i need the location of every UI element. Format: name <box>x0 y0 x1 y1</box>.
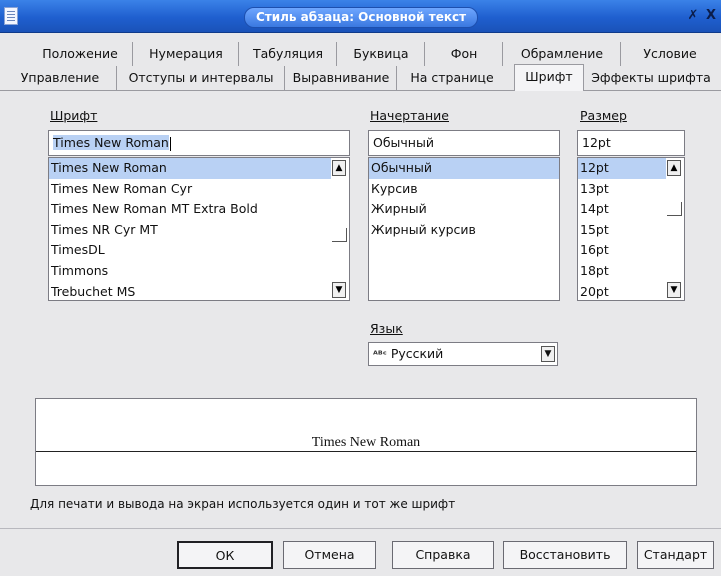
list-item[interactable]: 12pt <box>578 158 666 179</box>
font-label: Шрифт <box>50 108 98 123</box>
list-item[interactable]: 18pt <box>578 261 666 282</box>
standard-button[interactable]: Стандарт <box>637 541 714 569</box>
list-item[interactable]: 13pt <box>578 179 666 200</box>
size-input[interactable]: 12pt <box>577 130 685 156</box>
font-preview: Times New Roman <box>35 398 697 486</box>
tab-indents-spacing[interactable]: Отступы и интервалы <box>116 66 285 90</box>
list-item[interactable]: 14pt <box>578 199 666 220</box>
reset-button[interactable]: Восстановить <box>503 541 627 569</box>
tab-font[interactable]: Шрифт <box>514 64 584 91</box>
spellcheck-icon: ᴬᴮᶜ <box>373 350 387 361</box>
font-input[interactable]: Times New Roman <box>48 130 350 156</box>
list-item[interactable]: Жирный <box>369 199 559 220</box>
preview-baseline <box>36 451 696 452</box>
scroll-thumb[interactable] <box>332 228 347 242</box>
list-item[interactable]: Times NR Cyr MT <box>49 220 331 241</box>
scroll-up-icon[interactable]: ▲ <box>667 160 681 176</box>
help-button[interactable]: Справка <box>392 541 494 569</box>
tab-font-effects[interactable]: Эффекты шрифта <box>583 66 718 90</box>
list-item[interactable]: Trebuchet MS <box>49 282 331 303</box>
list-item[interactable]: 15pt <box>578 220 666 241</box>
scroll-thumb[interactable] <box>667 202 682 216</box>
tab-row-2: Управление Отступы и интервалы Выравнива… <box>0 64 721 91</box>
divider <box>0 528 721 529</box>
preview-text: Times New Roman <box>310 435 422 450</box>
list-item[interactable]: 16pt <box>578 240 666 261</box>
list-item[interactable]: 20pt <box>578 282 666 303</box>
style-list[interactable]: Обычный Курсив Жирный Жирный курсив <box>368 157 560 301</box>
cancel-button[interactable]: Отмена <box>283 541 376 569</box>
ok-button[interactable]: ОК <box>177 541 273 569</box>
size-list[interactable]: 12pt 13pt 14pt 15pt 16pt 18pt 20pt ▲ ▼ <box>577 157 685 301</box>
tab-row-1: Положение Нумерация Табуляция Буквица Фо… <box>0 42 721 66</box>
tab-condition[interactable]: Условие <box>620 42 719 66</box>
tab-drop-caps[interactable]: Буквица <box>336 42 425 66</box>
tab-text-flow[interactable]: На странице <box>396 66 507 90</box>
size-label: Размер <box>580 108 627 123</box>
list-item[interactable]: Обычный <box>369 158 559 179</box>
size-list-scrollbar[interactable]: ▲ ▼ <box>667 158 684 300</box>
tab-position[interactable]: Положение <box>28 42 132 66</box>
tab-alignment[interactable]: Выравнивание <box>284 66 397 90</box>
info-text: Для печати и вывода на экран используетс… <box>30 497 456 511</box>
tab-organizer[interactable]: Управление <box>4 66 116 90</box>
font-list[interactable]: Times New Roman Times New Roman Cyr Times … <box>48 157 350 301</box>
font-list-scrollbar[interactable]: ▲ ▼ <box>332 158 349 300</box>
language-label: Язык <box>370 321 403 336</box>
language-select[interactable]: ᴬᴮᶜ Русский ▼ <box>368 342 558 366</box>
scroll-down-icon[interactable]: ▼ <box>667 282 681 298</box>
pin-icon[interactable]: ✗ <box>685 7 701 25</box>
close-icon[interactable]: X <box>703 7 719 25</box>
style-label: Начертание <box>370 108 449 123</box>
tab-background[interactable]: Фон <box>424 42 503 66</box>
list-item[interactable]: TimesDL <box>49 240 331 261</box>
list-item[interactable]: Times New Roman MT Extra Bold <box>49 199 331 220</box>
scroll-up-icon[interactable]: ▲ <box>332 160 346 176</box>
tab-numbering[interactable]: Нумерация <box>132 42 239 66</box>
list-item[interactable]: Timmons <box>49 261 331 282</box>
window-title: Стиль абзаца: Основной текст <box>244 7 478 28</box>
list-item[interactable]: Курсив <box>369 179 559 200</box>
tab-tabs[interactable]: Табуляция <box>238 42 337 66</box>
list-item[interactable]: Жирный курсив <box>369 220 559 241</box>
tab-borders[interactable]: Обрамление <box>502 42 621 66</box>
style-input[interactable]: Обычный <box>368 130 560 156</box>
list-item[interactable]: Times New Roman Cyr <box>49 179 331 200</box>
list-item[interactable]: Times New Roman <box>49 158 331 179</box>
chevron-down-icon[interactable]: ▼ <box>541 346 555 362</box>
document-icon <box>4 7 18 25</box>
scroll-down-icon[interactable]: ▼ <box>332 282 346 298</box>
title-bar: Стиль абзаца: Основной текст ✗ X <box>0 0 721 33</box>
